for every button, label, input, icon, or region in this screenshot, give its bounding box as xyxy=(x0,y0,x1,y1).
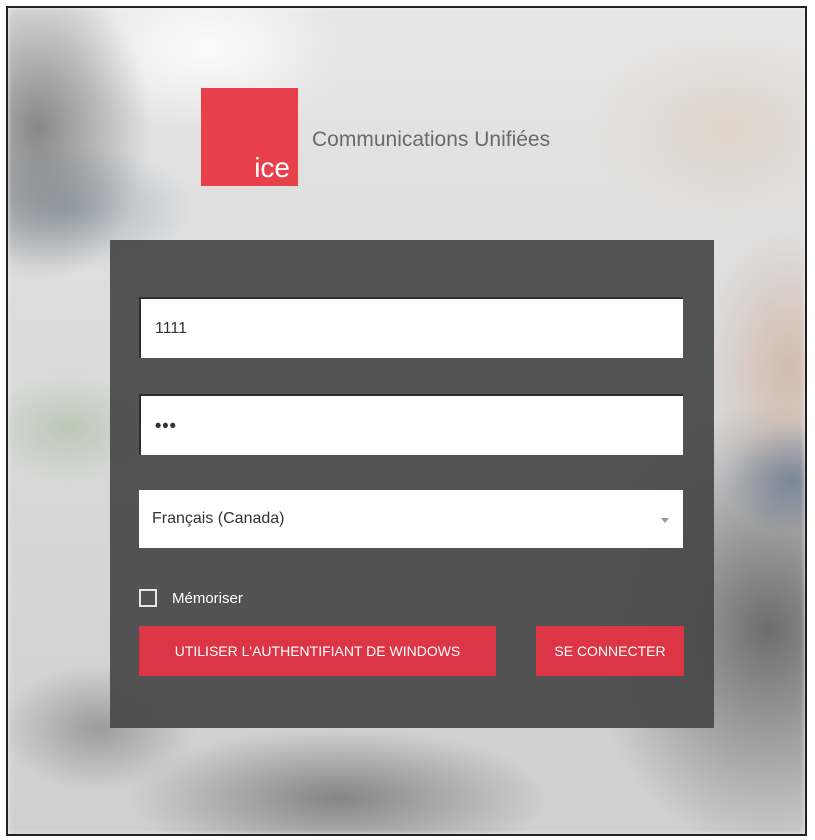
username-field[interactable]: 1111 xyxy=(139,297,683,358)
username-value: 1111 xyxy=(155,319,188,337)
app-title: Communications Unifiées xyxy=(312,128,551,151)
checkbox-unchecked-icon[interactable] xyxy=(139,589,157,607)
login-panel: 1111 ••• Français (Canada) Mémoriser UTI… xyxy=(110,240,714,728)
language-select[interactable]: Français (Canada) xyxy=(139,490,683,548)
password-field[interactable]: ••• xyxy=(139,394,683,455)
password-value: ••• xyxy=(155,415,177,435)
ice-logo: ice xyxy=(201,88,298,186)
remember-me[interactable]: Mémoriser xyxy=(139,588,243,608)
windows-auth-button[interactable]: UTILISER L'AUTHENTIFIANT DE WINDOWS xyxy=(139,626,496,676)
logo-text: ice xyxy=(254,152,290,183)
connect-button[interactable]: SE CONNECTER xyxy=(536,626,684,676)
caret-down-icon xyxy=(661,518,669,523)
language-selected: Français (Canada) xyxy=(152,510,285,527)
remember-label: Mémoriser xyxy=(172,589,243,607)
login-window: ice Communications Unifiées 1111 ••• Fra… xyxy=(6,6,807,836)
